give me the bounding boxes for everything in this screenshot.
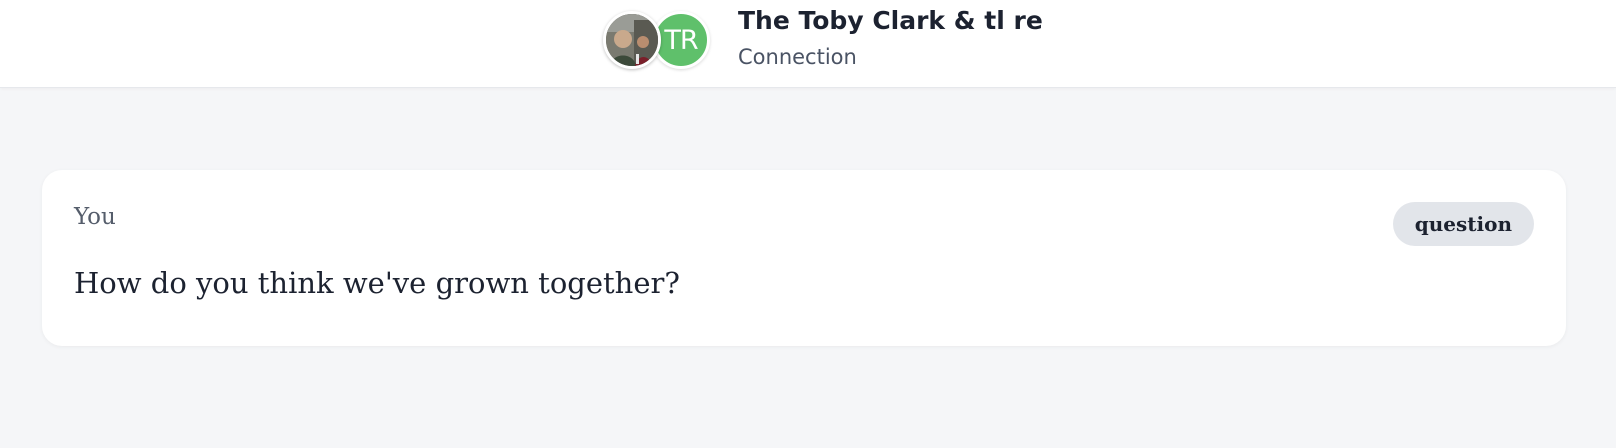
conversation-title: The Toby Clark & tl re <box>738 6 1043 35</box>
message-card: You question How do you think we've grow… <box>42 170 1566 346</box>
conversation-subtitle: Connection <box>738 45 857 69</box>
user-photo-avatar[interactable] <box>603 11 661 69</box>
message-author: You <box>74 204 116 230</box>
message-type-badge: question <box>1392 202 1534 246</box>
chat-header: TR The Toby Clark & tl re Connection <box>0 0 1616 88</box>
avatar-initials-text: TR <box>664 24 698 56</box>
message-text: How do you think we've grown together? <box>74 266 680 300</box>
photo-avatar-image <box>606 14 658 66</box>
